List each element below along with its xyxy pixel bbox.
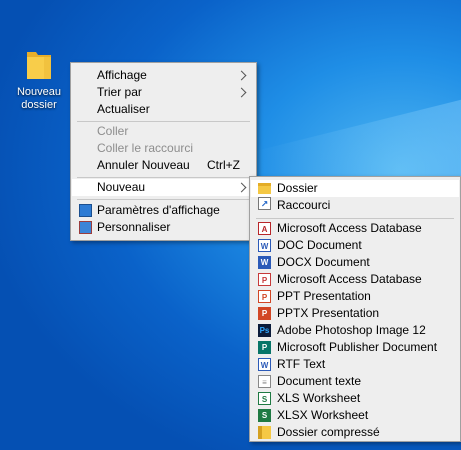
folder-icon [258, 183, 271, 194]
xlsx-icon: S [258, 409, 271, 422]
access-icon: A [258, 222, 271, 235]
submenu-item-label: Microsoft Publisher Document [277, 340, 438, 354]
submenu-item-label: XLS Worksheet [277, 391, 361, 405]
menu-item-actualiser[interactable]: Actualiser [72, 101, 255, 118]
folder-icon [26, 48, 52, 80]
display-settings-icon [79, 204, 92, 217]
xls-icon: S [258, 392, 271, 405]
desktop-icon-label: Nouveau dossier [16, 86, 62, 111]
word-docx-icon: W [258, 256, 271, 269]
desktop-context-menu: Affichage Trier par Actualiser Coller Co… [70, 62, 257, 241]
pptx-icon: P [258, 307, 271, 320]
new-submenu: Dossier ↗ Raccourci A Microsoft Access D… [249, 176, 461, 442]
submenu-item-label: Document texte [277, 374, 362, 388]
menu-item-label: Affichage [97, 68, 147, 82]
menu-separator [77, 177, 250, 178]
menu-item-trier-par[interactable]: Trier par [72, 84, 255, 101]
submenu-item-access-database-2[interactable]: P Microsoft Access Database [251, 271, 459, 288]
ppt-icon: P [258, 290, 271, 303]
submenu-item-label: RTF Text [277, 357, 326, 371]
menu-item-label: Personnaliser [97, 220, 171, 234]
personalize-icon [79, 221, 92, 234]
submenu-item-doc-document[interactable]: W DOC Document [251, 237, 459, 254]
publisher-icon: P [258, 341, 271, 354]
menu-item-shortcut: Ctrl+Z [207, 158, 240, 172]
submenu-item-document-texte[interactable]: ≡ Document texte [251, 373, 459, 390]
access-pdf-icon: P [258, 273, 271, 286]
submenu-item-label: PPTX Presentation [277, 306, 380, 320]
submenu-item-label: Microsoft Access Database [277, 272, 422, 286]
submenu-item-photoshop-image[interactable]: Ps Adobe Photoshop Image 12 [251, 322, 459, 339]
submenu-item-label: XLSX Worksheet [277, 408, 369, 422]
menu-separator [256, 218, 454, 219]
submenu-item-xls-worksheet[interactable]: S XLS Worksheet [251, 390, 459, 407]
chevron-right-icon [236, 70, 247, 81]
menu-separator [77, 199, 250, 200]
submenu-item-xlsx-worksheet[interactable]: S XLSX Worksheet [251, 407, 459, 424]
submenu-item-raccourci[interactable]: ↗ Raccourci [251, 197, 459, 214]
word-doc-icon: W [258, 239, 271, 252]
submenu-item-label: DOCX Document [277, 255, 370, 269]
submenu-item-rtf-text[interactable]: W RTF Text [251, 356, 459, 373]
submenu-item-dossier[interactable]: Dossier [251, 180, 459, 197]
submenu-item-label: Raccourci [277, 198, 331, 212]
menu-item-parametres-affichage[interactable]: Paramètres d'affichage [72, 202, 255, 219]
submenu-item-pptx-presentation[interactable]: P PPTX Presentation [251, 305, 459, 322]
menu-item-nouveau[interactable]: Nouveau [72, 179, 255, 196]
submenu-item-ppt-presentation[interactable]: P PPT Presentation [251, 288, 459, 305]
submenu-item-label: DOC Document [277, 238, 362, 252]
shortcut-icon: ↗ [258, 197, 271, 210]
submenu-item-access-database[interactable]: A Microsoft Access Database [251, 220, 459, 237]
menu-item-label: Nouveau [97, 180, 146, 194]
rtf-icon: W [258, 358, 271, 371]
desktop-icon-new-folder[interactable]: Nouveau dossier [12, 48, 66, 112]
menu-item-affichage[interactable]: Affichage [72, 67, 255, 84]
menu-item-coller[interactable]: Coller [72, 123, 255, 140]
menu-item-label: Coller le raccourci [97, 141, 194, 155]
menu-item-label: Actualiser [97, 102, 150, 116]
zip-folder-icon [258, 426, 271, 439]
chevron-right-icon [236, 182, 247, 193]
submenu-item-label: Adobe Photoshop Image 12 [277, 323, 426, 337]
menu-item-label: Coller [97, 124, 129, 138]
submenu-item-label: Microsoft Access Database [277, 221, 422, 235]
menu-item-annuler-nouveau[interactable]: Annuler Nouveau Ctrl+Z [72, 157, 255, 174]
chevron-right-icon [236, 87, 247, 98]
menu-item-label: Trier par [97, 85, 142, 99]
submenu-item-label: Dossier compressé [277, 425, 380, 439]
photoshop-icon: Ps [258, 324, 271, 337]
text-document-icon: ≡ [258, 375, 271, 388]
menu-item-personnaliser[interactable]: Personnaliser [72, 219, 255, 236]
submenu-item-docx-document[interactable]: W DOCX Document [251, 254, 459, 271]
menu-item-label: Paramètres d'affichage [97, 203, 220, 217]
submenu-item-label: Dossier [277, 181, 318, 195]
menu-separator [77, 121, 250, 122]
menu-item-label: Annuler Nouveau [97, 158, 190, 172]
submenu-item-dossier-compresse[interactable]: Dossier compressé [251, 424, 459, 441]
submenu-item-publisher-document[interactable]: P Microsoft Publisher Document [251, 339, 459, 356]
submenu-item-label: PPT Presentation [277, 289, 371, 303]
menu-item-coller-raccourci[interactable]: Coller le raccourci [72, 140, 255, 157]
